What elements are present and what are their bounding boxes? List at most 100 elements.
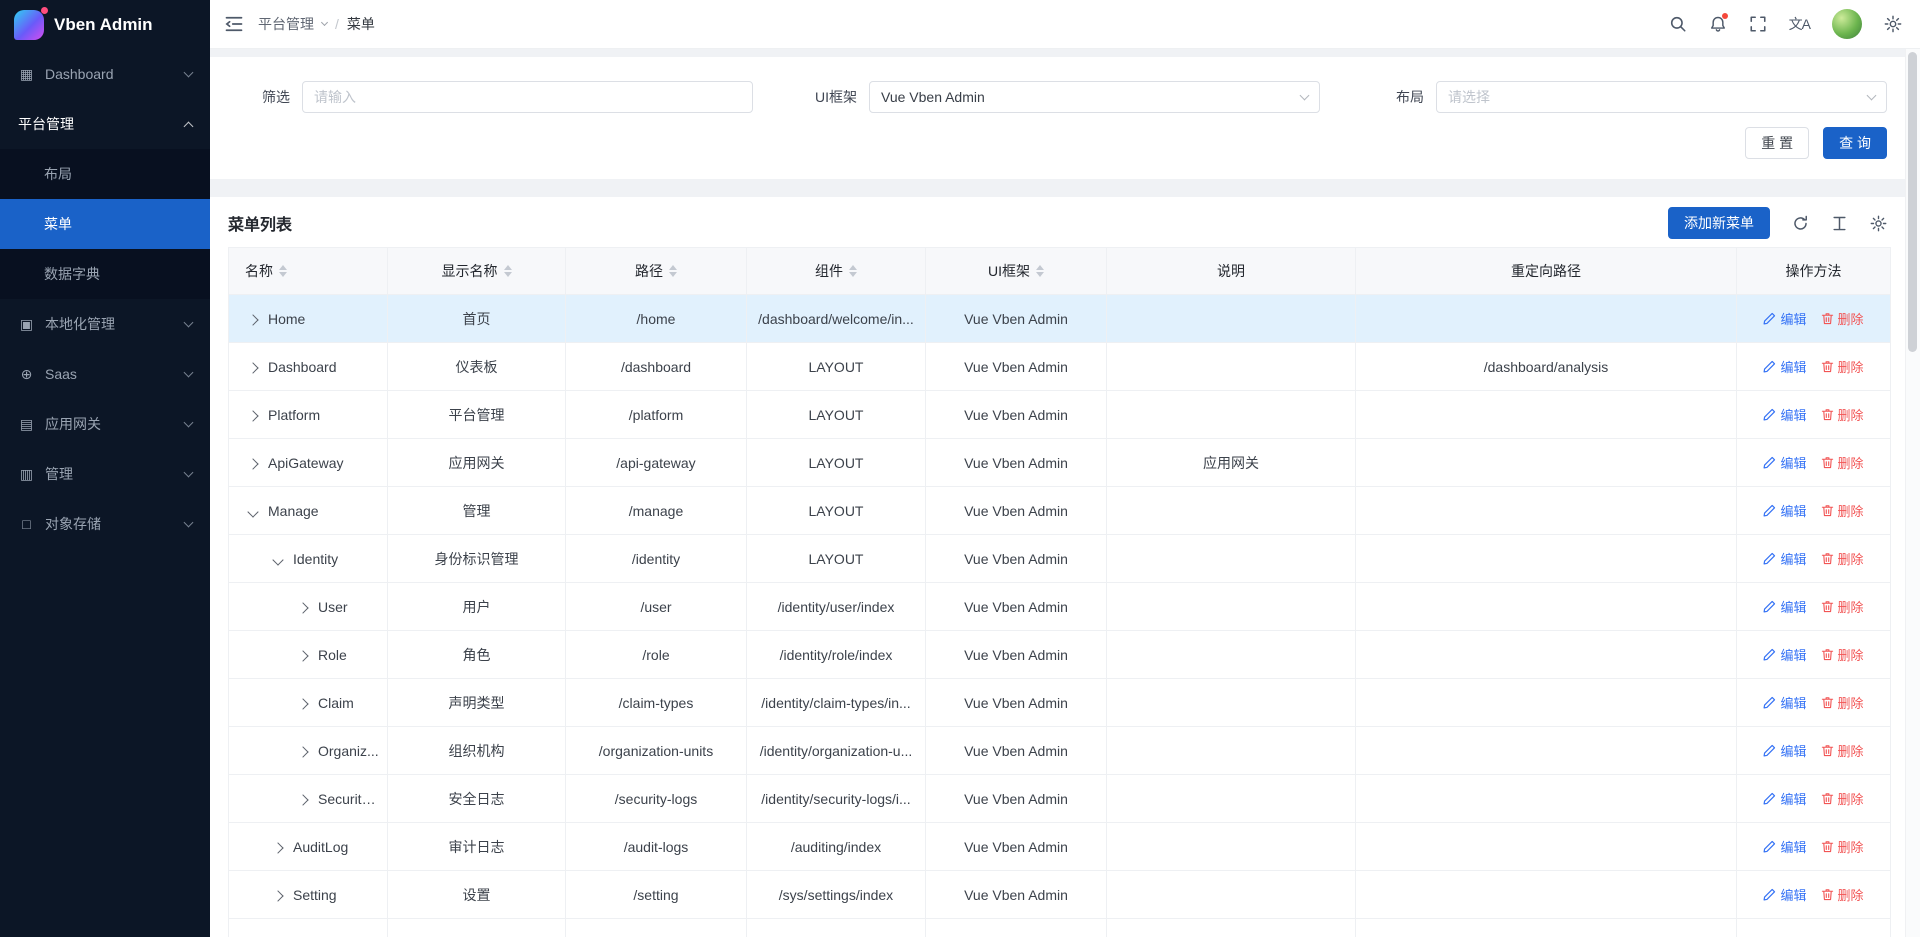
row-expand-icon[interactable] [247,506,258,517]
sidebar-subitem-layout[interactable]: 布局 [0,149,210,199]
row-expand-icon[interactable] [297,746,308,757]
edit-button[interactable]: 编辑 [1763,885,1806,904]
edit-button[interactable]: 编辑 [1763,789,1806,808]
edit-button[interactable]: 编辑 [1763,309,1806,328]
row-expand-icon[interactable] [247,410,258,421]
edit-button[interactable]: 编辑 [1763,549,1806,568]
filter-input-keyword[interactable] [302,81,753,113]
delete-button[interactable]: 删除 [1821,645,1864,664]
delete-button[interactable]: 删除 [1821,885,1864,904]
fullscreen-icon[interactable] [1749,15,1767,33]
delete-button[interactable]: 删除 [1821,453,1864,472]
row-expand-icon[interactable] [272,842,283,853]
description-cell [1107,727,1356,775]
filter-select-framework[interactable]: Vue Vben Admin [869,81,1320,113]
description-cell [1107,487,1356,535]
sidebar-item-storage[interactable]: □对象存储 [0,499,210,549]
row-height-icon[interactable] [1831,215,1848,232]
table-row: ApiGateway应用网关/api-gatewayLAYOUTVue Vben… [229,439,1891,487]
menu-name: User [318,599,348,615]
edit-button[interactable]: 编辑 [1763,453,1806,472]
row-expand-icon[interactable] [247,314,258,325]
notification-bell-icon[interactable] [1709,15,1727,33]
description-cell [1107,391,1356,439]
delete-button[interactable]: 删除 [1821,549,1864,568]
row-expand-icon[interactable] [297,602,308,613]
sidebar-item-gateway[interactable]: ▤应用网关 [0,399,210,449]
delete-button[interactable]: 删除 [1821,837,1864,856]
saas-icon: ⊕ [18,366,35,383]
page-scrollbar-thumb[interactable] [1908,52,1917,352]
edit-button[interactable]: 编辑 [1763,645,1806,664]
description-cell [1107,295,1356,343]
vben-logo-icon [14,10,44,40]
search-button[interactable]: 查 询 [1823,127,1887,159]
user-avatar[interactable] [1832,9,1862,39]
column-header-component[interactable]: 组件 [747,248,926,295]
edit-button[interactable]: 编辑 [1763,693,1806,712]
redirect-cell [1356,391,1737,439]
delete-button[interactable]: 删除 [1821,741,1864,760]
actions-cell: 编辑删除 [1737,487,1891,535]
component-cell: LAYOUT [747,487,926,535]
add-menu-button[interactable]: 添加新菜单 [1668,207,1770,239]
edit-button[interactable]: 编辑 [1763,837,1806,856]
sidebar-item-dashboard[interactable]: ▦Dashboard [0,49,210,99]
row-expand-icon[interactable] [297,650,308,661]
table-row: AuditLog审计日志/audit-logs/auditing/indexVu… [229,823,1891,871]
table-row: User用户/user/identity/user/indexVue Vben … [229,583,1891,631]
row-expand-icon[interactable] [247,458,258,469]
delete-button[interactable]: 删除 [1821,309,1864,328]
sidebar-item-manage[interactable]: ▥管理 [0,449,210,499]
app-title: Vben Admin [54,15,153,35]
sidebar-item-saas[interactable]: ⊕Saas [0,349,210,399]
app-logo[interactable]: Vben Admin [0,0,210,49]
framework-cell: Vue Vben Admin [926,631,1107,679]
settings-gear-icon[interactable] [1884,15,1902,33]
filter-label-layout: 布局 [1362,87,1424,107]
sidebar-subitem-menu[interactable]: 菜单 [0,199,210,249]
row-expand-icon[interactable] [297,794,308,805]
reset-button[interactable]: 重 置 [1745,127,1809,159]
actions-cell: 编辑删除 [1737,679,1891,727]
chevron-up-icon [184,121,194,131]
edit-button[interactable]: 编辑 [1763,741,1806,760]
actions-cell: 编辑删除 [1737,631,1891,679]
filter-select-layout[interactable]: 请选择 [1436,81,1887,113]
delete-button[interactable]: 删除 [1821,501,1864,520]
column-settings-gear-icon[interactable] [1870,215,1887,232]
edit-button[interactable]: 编辑 [1763,597,1806,616]
column-header-display_name[interactable]: 显示名称 [388,248,566,295]
sidebar-subitem-dictionary[interactable]: 数据字典 [0,249,210,299]
column-header-path[interactable]: 路径 [566,248,747,295]
description-cell [1107,871,1356,919]
sidebar-collapse-icon[interactable] [224,14,244,34]
row-expand-icon[interactable] [272,890,283,901]
delete-button[interactable]: 删除 [1821,789,1864,808]
display-name-cell: 平台管理 [388,391,566,439]
delete-button[interactable]: 删除 [1821,405,1864,424]
translate-icon[interactable]: 文A [1789,14,1810,34]
edit-button[interactable]: 编辑 [1763,501,1806,520]
row-expand-icon[interactable] [247,362,258,373]
edit-button[interactable]: 编辑 [1763,357,1806,376]
row-expand-icon[interactable] [272,554,283,565]
delete-button[interactable]: 删除 [1821,597,1864,616]
row-expand-icon[interactable] [297,698,308,709]
description-cell [1107,583,1356,631]
search-icon[interactable] [1669,15,1687,33]
edit-button[interactable]: 编辑 [1763,405,1806,424]
delete-button[interactable]: 删除 [1821,357,1864,376]
breadcrumb-section[interactable]: 平台管理 [258,14,314,34]
delete-button[interactable]: 删除 [1821,693,1864,712]
sidebar-item-localization[interactable]: ▣本地化管理 [0,299,210,349]
framework-cell: Vue Vben Admin [926,679,1107,727]
framework-cell: Vue Vben Admin [926,775,1107,823]
breadcrumb-current[interactable]: 菜单 [347,14,375,34]
refresh-icon[interactable] [1792,215,1809,232]
sidebar-item-platform[interactable]: 平台管理 [0,99,210,149]
path-cell: /audit-logs [566,823,747,871]
column-header-name[interactable]: 名称 [229,248,388,295]
column-header-framework[interactable]: UI框架 [926,248,1107,295]
component-cell: /identity/organization-u... [747,727,926,775]
